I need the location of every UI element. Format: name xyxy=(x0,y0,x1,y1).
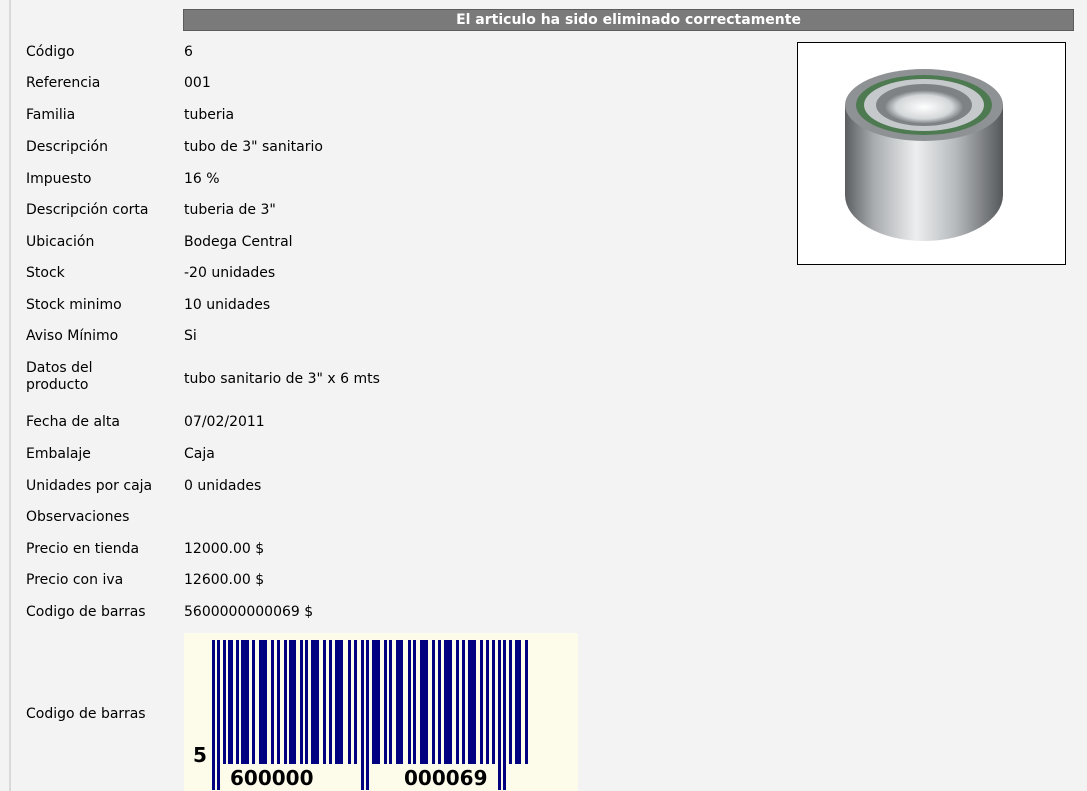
bearing-image xyxy=(845,69,1003,241)
value-unidades-caja: 0 unidades xyxy=(184,478,262,494)
label-stock: Stock xyxy=(26,265,65,281)
value-precio-iva: 12600.00 $ xyxy=(184,572,265,588)
label-datos-producto: Datos del producto xyxy=(26,360,93,393)
label-familia: Familia xyxy=(26,107,76,123)
left-border xyxy=(9,0,11,791)
label-codigo-barras: Codigo de barras xyxy=(26,604,146,620)
label-precio-tienda: Precio en tienda xyxy=(26,541,140,557)
barcode-left-group: 600000 xyxy=(230,766,314,790)
label-descripcion-corta: Descripción corta xyxy=(26,202,149,218)
product-photo xyxy=(797,42,1066,265)
label-observaciones: Observaciones xyxy=(26,509,130,525)
success-banner: El articulo ha sido eliminado correctame… xyxy=(183,9,1074,31)
value-ubicacion: Bodega Central xyxy=(184,234,293,250)
label-unidades-caja: Unidades por caja xyxy=(26,478,153,494)
label-codigo-barras-image: Codigo de barras xyxy=(26,706,146,722)
label-stock-minimo: Stock minimo xyxy=(26,297,122,313)
value-stock: -20 unidades xyxy=(184,265,276,281)
label-fecha-alta: Fecha de alta xyxy=(26,414,120,430)
label-embalaje: Embalaje xyxy=(26,446,91,462)
value-embalaje: Caja xyxy=(184,446,215,462)
value-precio-tienda: 12000.00 $ xyxy=(184,541,265,557)
label-impuesto: Impuesto xyxy=(26,171,92,187)
barcode-first-digit: 5 xyxy=(193,743,207,767)
value-fecha-alta: 07/02/2011 xyxy=(184,414,265,430)
barcode-right-group: 000069 xyxy=(404,766,488,790)
label-precio-iva: Precio con iva xyxy=(26,572,124,588)
value-codigo-barras: 5600000000069 $ xyxy=(184,604,314,620)
label-descripcion: Descripción xyxy=(26,139,108,155)
value-descripcion: tubo de 3" sanitario xyxy=(184,139,323,155)
value-datos-producto: tubo sanitario de 3" x 6 mts xyxy=(184,371,380,387)
value-referencia: 001 xyxy=(184,75,211,91)
value-descripcion-corta: tuberia de 3" xyxy=(184,202,276,218)
barcode-image: 5 600000 000069 xyxy=(184,633,578,791)
label-referencia: Referencia xyxy=(26,75,101,91)
value-familia: tuberia xyxy=(184,107,235,123)
value-impuesto: 16 % xyxy=(184,171,220,187)
label-aviso-minimo: Aviso Mínimo xyxy=(26,328,119,344)
value-aviso-minimo: Si xyxy=(184,328,197,344)
label-codigo: Código xyxy=(26,44,75,60)
value-stock-minimo: 10 unidades xyxy=(184,297,271,313)
label-ubicacion: Ubicación xyxy=(26,234,95,250)
value-codigo: 6 xyxy=(184,44,193,60)
